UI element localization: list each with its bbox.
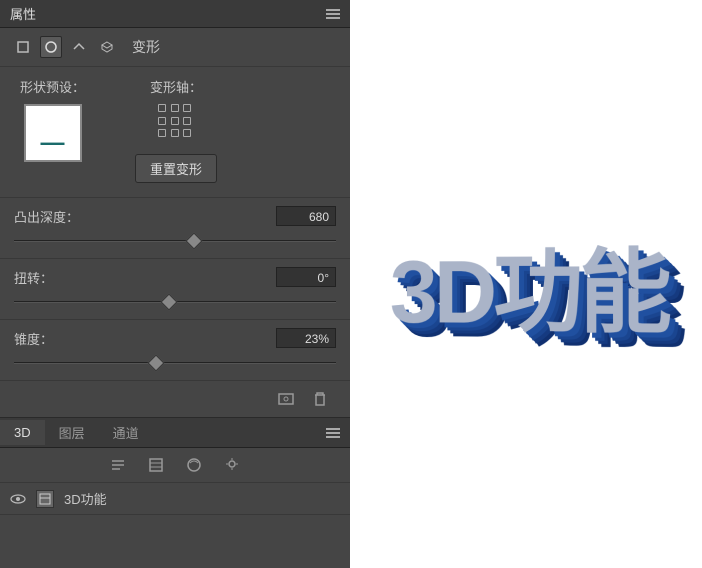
tabs-menu-icon[interactable]: [326, 426, 340, 440]
tool-row: 变形: [0, 28, 350, 67]
shape-preset-label: 形状预设：: [20, 77, 85, 96]
panel-tabs: 3D 图层 通道: [0, 418, 350, 448]
deform-axis-label: 变形轴：: [150, 77, 202, 96]
deform-axis-grid[interactable]: [158, 104, 194, 140]
panel-title: 属性: [10, 4, 36, 23]
depth-group: 凸出深度： 680: [0, 198, 350, 259]
layer-row[interactable]: 3D功能: [0, 483, 350, 515]
filter-scene-icon[interactable]: [109, 456, 127, 474]
layer-name: 3D功能: [64, 489, 107, 508]
taper-slider[interactable]: [14, 354, 336, 372]
tab-channels[interactable]: 通道: [99, 418, 153, 447]
canvas-preview: 3D功能: [350, 0, 702, 568]
depth-value[interactable]: 680: [276, 206, 336, 226]
depth-label: 凸出深度：: [14, 207, 79, 226]
tool-scene-icon[interactable]: [96, 36, 118, 58]
panel-menu-icon[interactable]: [326, 7, 340, 21]
layer-filter-row: [0, 448, 350, 483]
taper-group: 锥度： 23%: [0, 320, 350, 381]
tab-layers[interactable]: 图层: [45, 418, 99, 447]
visibility-eye-icon[interactable]: [10, 491, 26, 507]
preset-section: 形状预设： ▬▬▬ 变形轴： 重置变形: [0, 67, 350, 198]
properties-panel: 属性 变形 形状预设： ▬▬▬ 变形轴：: [0, 0, 350, 568]
layer-type-icon: [36, 490, 54, 508]
taper-value[interactable]: 23%: [276, 328, 336, 348]
render-icon[interactable]: [278, 391, 294, 407]
trash-icon[interactable]: [312, 391, 328, 407]
filter-mesh-icon[interactable]: [147, 456, 165, 474]
reset-deform-button[interactable]: 重置变形: [135, 154, 217, 183]
tool-deform-icon[interactable]: [40, 36, 62, 58]
twist-group: 扭转： 0°: [0, 259, 350, 320]
depth-slider[interactable]: [14, 232, 336, 250]
action-row: [0, 381, 350, 418]
shape-preset-thumb[interactable]: ▬▬▬: [24, 104, 82, 162]
filter-material-icon[interactable]: [185, 456, 203, 474]
tool-cap-icon[interactable]: [68, 36, 90, 58]
twist-slider[interactable]: [14, 293, 336, 311]
panel-header: 属性: [0, 0, 350, 28]
filter-light-icon[interactable]: [223, 456, 241, 474]
tool-mesh-icon[interactable]: [12, 36, 34, 58]
preview-3d-text: 3D功能: [390, 217, 668, 350]
tab-3d[interactable]: 3D: [0, 420, 45, 445]
twist-label: 扭转：: [14, 268, 53, 287]
taper-label: 锥度：: [14, 329, 53, 348]
deform-label: 变形: [132, 37, 160, 57]
twist-value[interactable]: 0°: [276, 267, 336, 287]
